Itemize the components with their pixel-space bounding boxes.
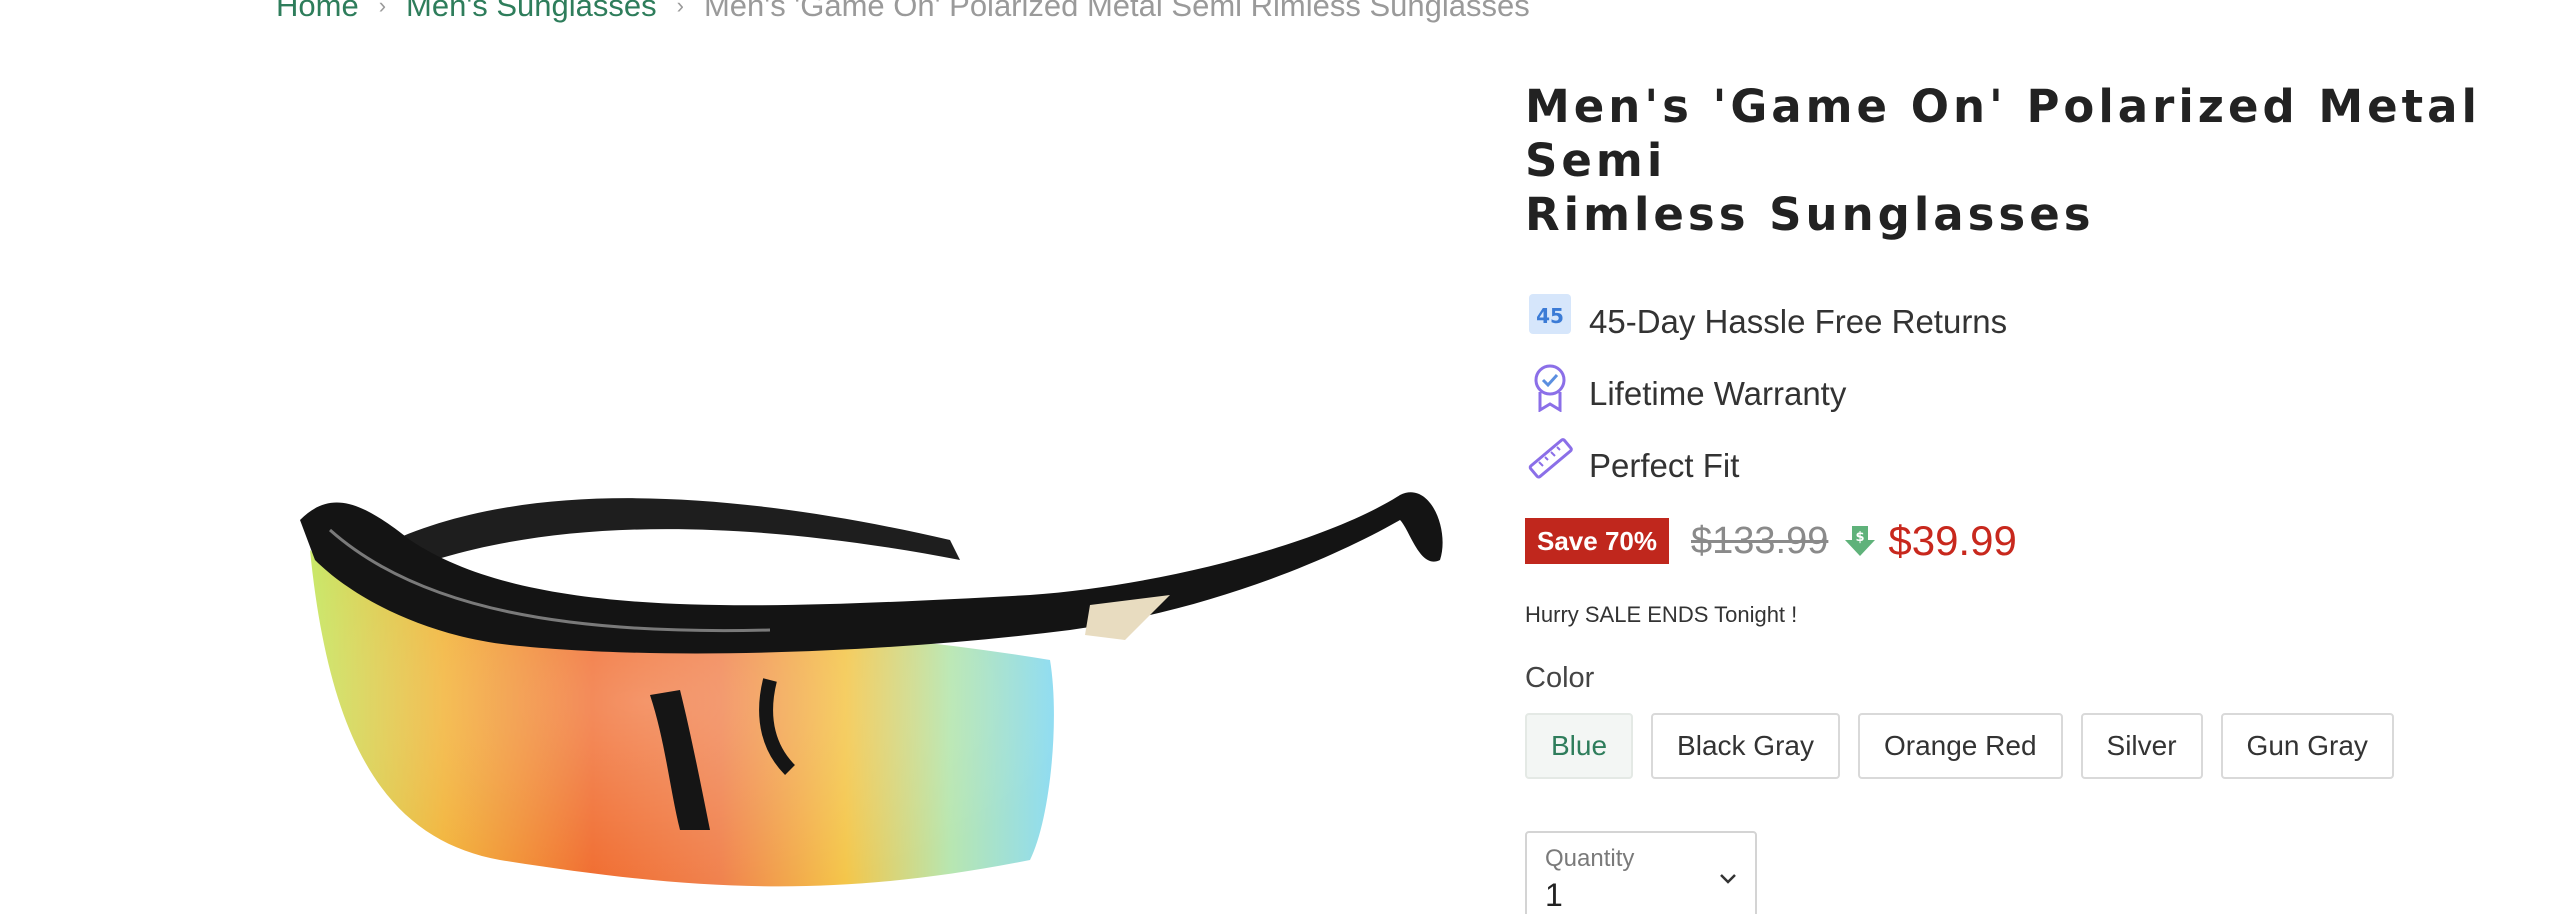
chevron-down-icon bbox=[1720, 874, 1736, 884]
quantity-label: Quantity bbox=[1545, 845, 1635, 872]
ruler-icon bbox=[1528, 438, 1573, 479]
original-price: $133.99 bbox=[1690, 519, 1829, 562]
product-title-line2: Rimless Sunglasses bbox=[1525, 188, 2095, 241]
feature-label: 45-Day Hassle Free Returns bbox=[1589, 303, 2008, 340]
breadcrumb-home-link[interactable]: Home bbox=[276, 0, 359, 24]
color-label: Color bbox=[1525, 662, 1595, 694]
feature-fit: Perfect Fit bbox=[1525, 434, 2525, 484]
product-info: Men's 'Game On' Polarized Metal Semi Rim… bbox=[1525, 80, 2525, 914]
price-drop-icon: $ bbox=[1845, 526, 1876, 556]
sale-urgency-text: Hurry SALE ENDS Tonight ! bbox=[1525, 602, 1798, 627]
svg-text:$: $ bbox=[1856, 530, 1865, 545]
quantity-value: 1 bbox=[1545, 877, 1563, 913]
svg-text:45: 45 bbox=[1536, 304, 1564, 328]
quantity-select[interactable]: Quantity 1 bbox=[1525, 831, 1757, 914]
product-image[interactable] bbox=[270, 420, 1450, 914]
chevron-right-icon: › bbox=[378, 0, 387, 18]
color-option-gun-gray[interactable]: Gun Gray bbox=[2220, 713, 2394, 779]
product-title: Men's 'Game On' Polarized Metal Semi Rim… bbox=[1525, 80, 2525, 242]
sale-price: $39.99 bbox=[1888, 517, 2017, 564]
color-options: Blue Black Gray Orange Red Silver Gun Gr… bbox=[1525, 713, 2525, 779]
warranty-ribbon-icon bbox=[1534, 364, 1566, 412]
price-row: Save 70% $133.99 $ $39.99 bbox=[1525, 516, 2525, 566]
feature-label: Lifetime Warranty bbox=[1589, 375, 1847, 412]
chevron-right-icon: › bbox=[676, 0, 684, 18]
color-option-blue[interactable]: Blue bbox=[1525, 713, 1634, 779]
feature-warranty: Lifetime Warranty bbox=[1525, 362, 2525, 412]
product-title-line1: Men's 'Game On' Polarized Metal Semi bbox=[1525, 80, 2481, 187]
feature-label: Perfect Fit bbox=[1589, 447, 1740, 484]
feature-list: 45 45-Day Hassle Free Returns Lifetime W… bbox=[1525, 290, 2525, 484]
color-option-orange-red[interactable]: Orange Red bbox=[1857, 713, 2063, 779]
color-option-silver[interactable]: Silver bbox=[2080, 713, 2203, 779]
breadcrumb-current: Men's 'Game On' Polarized Metal Semi Rim… bbox=[703, 0, 1530, 23]
product-page: Home › Men's Sunglasses › Men's 'Game On… bbox=[0, 0, 2552, 914]
feature-returns: 45 45-Day Hassle Free Returns bbox=[1525, 290, 2525, 340]
breadcrumb-category-link[interactable]: Men's Sunglasses bbox=[406, 0, 657, 24]
save-badge: Save 70% bbox=[1525, 518, 1669, 564]
breadcrumb: Home › Men's Sunglasses › Men's 'Game On… bbox=[276, 0, 1530, 26]
color-option-black-gray[interactable]: Black Gray bbox=[1651, 713, 1840, 779]
returns-45-icon: 45 bbox=[1529, 294, 1571, 334]
